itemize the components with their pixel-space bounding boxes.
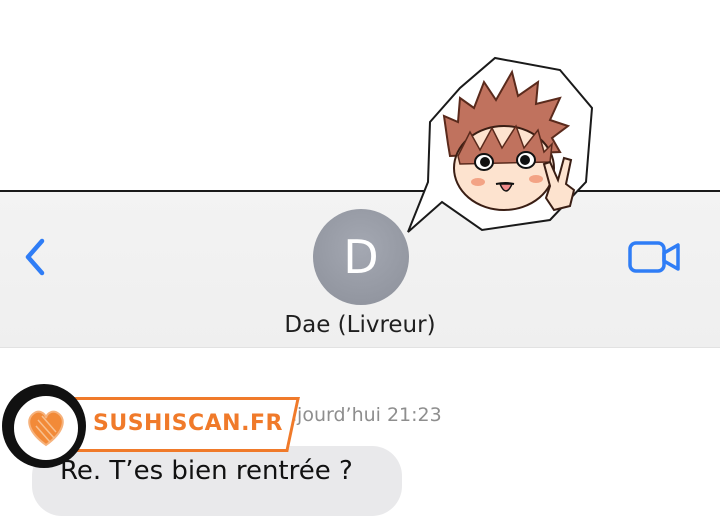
watermark-logo	[2, 384, 86, 468]
video-call-button[interactable]	[626, 238, 684, 278]
video-camera-icon	[628, 241, 680, 273]
back-button[interactable]	[18, 232, 58, 282]
avatar[interactable]: D	[313, 209, 409, 305]
avatar-initial: D	[343, 230, 379, 284]
contact-name[interactable]: Dae (Livreur)	[0, 312, 720, 338]
watermark-text: SUSHISCAN.FR	[93, 411, 283, 436]
heart-icon	[28, 410, 64, 447]
sticker-speech-bubble	[407, 56, 594, 233]
watermark: SUSHISCAN.FR	[0, 384, 310, 470]
watermark-logo-inner	[14, 396, 78, 460]
chevron-left-icon	[25, 238, 45, 276]
page-top-area	[0, 0, 720, 190]
